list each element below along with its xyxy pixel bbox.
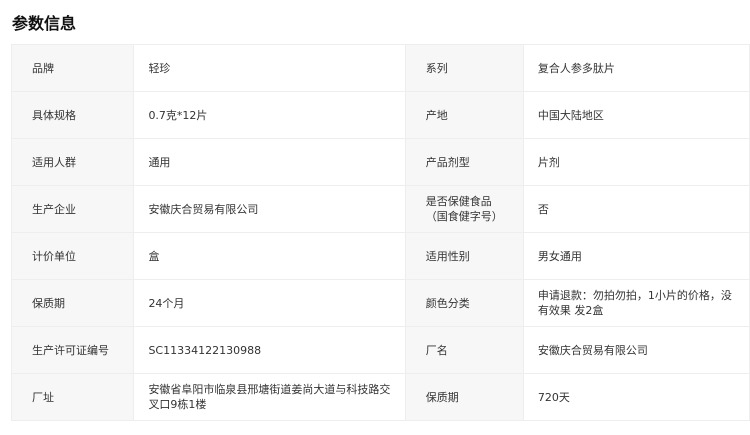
- param-label: 具体规格: [10, 91, 135, 139]
- param-value: 安徽省阜阳市临泉县邢塘街道姜尚大道与科技路交叉口9栋1楼: [133, 373, 406, 421]
- param-label: 保质期: [10, 279, 135, 327]
- param-label: 厂名: [404, 326, 524, 374]
- param-value: 安徽庆合贸易有限公司: [522, 326, 750, 374]
- params-table: 品牌 轻珍 系列 复合人参多肽片 具体规格 0.7克*12片 产地 中国大陆地区…: [10, 44, 750, 421]
- section-title: 参数信息: [12, 14, 77, 33]
- param-value: 轻珍: [133, 44, 406, 92]
- table-row: 计价单位 盒 适用性别 男女通用: [10, 232, 750, 280]
- param-value: 安徽庆合贸易有限公司: [133, 185, 406, 233]
- param-value: 男女通用: [522, 232, 750, 280]
- param-label: 产地: [404, 91, 524, 139]
- param-label: 适用人群: [10, 138, 135, 186]
- param-value: 24个月: [133, 279, 406, 327]
- param-value: SC11334122130988: [133, 326, 406, 374]
- param-label: 是否保健食品（国食健字号）: [404, 185, 524, 233]
- param-label: 生产许可证编号: [10, 326, 135, 374]
- table-row: 生产企业 安徽庆合贸易有限公司 是否保健食品（国食健字号） 否: [10, 185, 750, 233]
- param-label: 厂址: [10, 373, 135, 421]
- param-value: 盒: [133, 232, 406, 280]
- param-value: 申请退款：勿拍勿拍，1小片的价格，没有效果 发2盒: [522, 279, 750, 327]
- param-label: 颜色分类: [404, 279, 524, 327]
- param-label: 产品剂型: [404, 138, 524, 186]
- param-label: 保质期: [404, 373, 524, 421]
- params-table-body: 品牌 轻珍 系列 复合人参多肽片 具体规格 0.7克*12片 产地 中国大陆地区…: [10, 44, 750, 421]
- param-value: 片剂: [522, 138, 750, 186]
- param-value: 复合人参多肽片: [522, 44, 750, 92]
- table-row: 保质期 24个月 颜色分类 申请退款：勿拍勿拍，1小片的价格，没有效果 发2盒: [10, 279, 750, 327]
- param-label: 生产企业: [10, 185, 135, 233]
- table-row: 适用人群 通用 产品剂型 片剂: [10, 138, 750, 186]
- param-label: 品牌: [10, 44, 135, 92]
- param-label: 适用性别: [404, 232, 524, 280]
- param-label: 计价单位: [10, 232, 135, 280]
- table-row: 具体规格 0.7克*12片 产地 中国大陆地区: [10, 91, 750, 139]
- param-label: 系列: [404, 44, 524, 92]
- param-value: 否: [522, 185, 750, 233]
- table-row: 生产许可证编号 SC11334122130988 厂名 安徽庆合贸易有限公司: [10, 326, 750, 374]
- table-row: 厂址 安徽省阜阳市临泉县邢塘街道姜尚大道与科技路交叉口9栋1楼 保质期 720天: [10, 373, 750, 421]
- param-value: 中国大陆地区: [522, 91, 750, 139]
- table-row: 品牌 轻珍 系列 复合人参多肽片: [10, 44, 750, 92]
- param-value: 720天: [522, 373, 750, 421]
- param-value: 通用: [133, 138, 406, 186]
- param-value: 0.7克*12片: [133, 91, 406, 139]
